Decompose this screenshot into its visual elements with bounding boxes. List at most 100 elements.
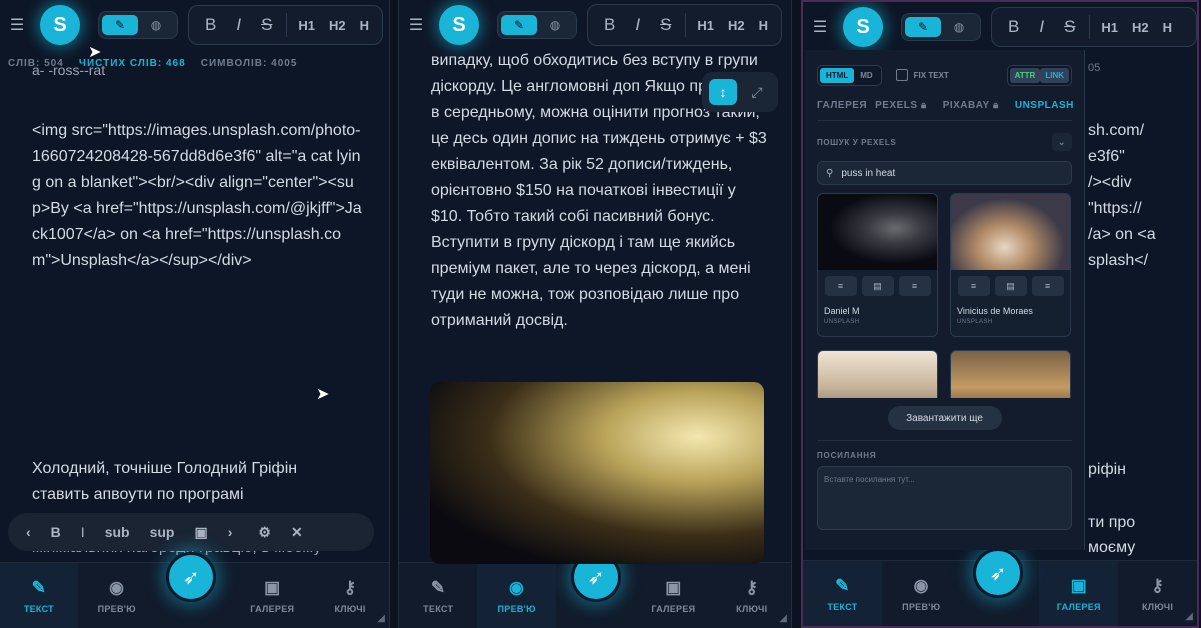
- italic-button[interactable]: I: [625, 15, 650, 35]
- nav-preview[interactable]: ◉ ПРЕВ'Ю: [477, 563, 556, 628]
- nav-preview[interactable]: ◉ ПРЕВ'Ю: [78, 563, 156, 628]
- close-icon[interactable]: ✕: [281, 524, 313, 541]
- app-logo[interactable]: S: [40, 5, 80, 45]
- h2-button[interactable]: H2: [322, 18, 353, 33]
- insert-actions: ≡ ▤ ≡: [818, 270, 937, 296]
- h1-button[interactable]: H1: [1094, 20, 1125, 35]
- result-image[interactable]: [818, 351, 937, 398]
- pencil-icon[interactable]: ✎: [102, 15, 138, 35]
- code-block[interactable]: <img src="https://images.unsplash.com/ph…: [32, 118, 362, 274]
- app-logo[interactable]: S: [843, 7, 883, 47]
- h2-button[interactable]: H2: [721, 18, 752, 33]
- fragment: e3f6": [1088, 148, 1125, 165]
- chevron-left-icon[interactable]: ‹: [16, 524, 41, 540]
- nav-preview[interactable]: ◉ ПРЕВ'Ю: [882, 561, 961, 626]
- align-left-icon[interactable]: ≡: [957, 276, 990, 296]
- align-right-icon[interactable]: ≡: [898, 276, 931, 296]
- attr-option[interactable]: ATTR: [1009, 67, 1041, 83]
- tab-unsplash[interactable]: UNSPLASH: [1015, 100, 1074, 111]
- source-label: UNSPLASH: [824, 319, 860, 325]
- tab-pixabay[interactable]: PIXABAY 🔒︎: [943, 100, 1007, 111]
- document-icon[interactable]: ▤: [861, 276, 894, 296]
- resize-icon[interactable]: ◢: [1185, 611, 1193, 622]
- expand-icon[interactable]: ⤢: [743, 79, 771, 105]
- result-card[interactable]: ≡ ▤ ≡ Vinicius de Moraes UNSPLASH: [950, 193, 1071, 337]
- resize-icon[interactable]: ◢: [377, 613, 385, 624]
- strike-button[interactable]: S: [251, 15, 282, 35]
- bg-text-fragment: моєму: [1088, 539, 1136, 556]
- h2-button[interactable]: H2: [1125, 20, 1156, 35]
- tab-gallery[interactable]: ГАЛЕРЕЯ: [817, 100, 867, 111]
- fragment: "https://: [1088, 200, 1142, 217]
- nav-label: ТЕКСТ: [827, 601, 858, 612]
- strike-button[interactable]: S: [1054, 17, 1085, 37]
- h1-button[interactable]: H1: [291, 18, 322, 33]
- result-image[interactable]: [951, 194, 1070, 270]
- search-header: ПОШУК У PEXELS ⌄: [817, 133, 1072, 151]
- chevron-down-icon[interactable]: ⌄: [1052, 133, 1072, 151]
- app-logo[interactable]: S: [439, 5, 479, 45]
- float-sup-button[interactable]: sup: [140, 524, 185, 540]
- stats-fragment: 05: [1088, 62, 1101, 74]
- h3-button[interactable]: H: [752, 18, 775, 33]
- bg-text-fragment: ти про: [1088, 514, 1136, 531]
- hamburger-icon[interactable]: ☰: [8, 15, 26, 35]
- italic-button[interactable]: I: [226, 15, 251, 35]
- result-card[interactable]: ≡ ▤ ≡ Daniel M UNSPLASH: [817, 193, 938, 337]
- align-left-icon[interactable]: ≡: [824, 276, 857, 296]
- hamburger-icon[interactable]: ☰: [407, 15, 425, 35]
- resize-vertical-icon[interactable]: ↕: [709, 79, 737, 105]
- fix-text-checkbox[interactable]: FIX TEXT: [895, 69, 949, 81]
- nav-gallery[interactable]: ▣ ГАЛЕРЕЯ: [233, 563, 311, 628]
- nav-text[interactable]: ✎ ТЕКСТ: [803, 561, 882, 626]
- globe-icon[interactable]: ◍: [537, 15, 573, 35]
- globe-icon[interactable]: ◍: [138, 15, 174, 35]
- bold-button[interactable]: B: [195, 15, 226, 35]
- image-icon[interactable]: ▣: [184, 524, 217, 541]
- resize-icon[interactable]: ◢: [779, 613, 787, 624]
- links-textarea[interactable]: Вставте посилання тут...: [817, 466, 1072, 530]
- paragraph[interactable]: Холодний, точніше Голодний Гріфін ставит…: [32, 456, 342, 508]
- hamburger-icon[interactable]: ☰: [811, 17, 829, 37]
- bold-button[interactable]: B: [998, 17, 1029, 37]
- result-image[interactable]: [818, 194, 937, 270]
- italic-button[interactable]: I: [1029, 17, 1054, 37]
- pencil-icon[interactable]: ✎: [501, 15, 537, 35]
- md-option[interactable]: MD: [854, 68, 878, 83]
- floating-format-bar: ‹ B I sub sup ▣ › ⚙ ✕: [8, 513, 374, 551]
- top-bar: ☰ S ✎ ◍ B I S H1 H2 H: [0, 0, 389, 50]
- float-bold-button[interactable]: B: [41, 524, 71, 540]
- nav-text[interactable]: ✎ ТЕКСТ: [399, 563, 477, 628]
- strike-button[interactable]: S: [650, 15, 681, 35]
- result-card[interactable]: [950, 350, 1071, 398]
- cat-photo[interactable]: [430, 382, 764, 564]
- nav-text[interactable]: ✎ ТЕКСТ: [0, 563, 78, 628]
- nav-gallery[interactable]: ▣ ГАЛЕРЕЯ: [634, 563, 712, 628]
- document-icon[interactable]: ▤: [994, 276, 1027, 296]
- search-input[interactable]: ⚲ puss in heat: [817, 161, 1072, 185]
- pencil-icon[interactable]: ✎: [905, 17, 941, 37]
- publish-button[interactable]: ➶: [166, 552, 216, 602]
- tab-pexels[interactable]: PEXELS 🔒︎: [875, 100, 935, 111]
- publish-button[interactable]: ➶: [973, 548, 1023, 598]
- html-option[interactable]: HTML: [820, 67, 855, 83]
- load-more-button[interactable]: Завантажити ще: [887, 406, 1002, 430]
- result-card[interactable]: [817, 350, 938, 398]
- image-gallery-popup: HTML MD FIX TEXT ATTR LINK ГАЛЕРЕЯ PEXEL…: [805, 50, 1085, 550]
- align-right-icon[interactable]: ≡: [1031, 276, 1064, 296]
- nav-label: ТЕКСТ: [23, 603, 54, 614]
- tab-label: PIXABAY: [942, 100, 990, 111]
- float-italic-button[interactable]: I: [71, 524, 95, 540]
- h3-button[interactable]: H: [1156, 20, 1179, 35]
- h3-button[interactable]: H: [353, 18, 376, 33]
- result-image[interactable]: [951, 351, 1070, 398]
- chevron-right-icon[interactable]: ›: [218, 524, 243, 540]
- settings-icon[interactable]: ⚙: [248, 524, 281, 541]
- link-option[interactable]: LINK: [1040, 67, 1069, 83]
- nav-gallery[interactable]: ▣ ГАЛЕРЕЯ: [1039, 561, 1119, 626]
- h1-button[interactable]: H1: [690, 18, 721, 33]
- bold-button[interactable]: B: [594, 15, 625, 35]
- nav-label: КЛЮЧІ: [334, 603, 366, 614]
- float-sub-button[interactable]: sub: [95, 524, 140, 540]
- globe-icon[interactable]: ◍: [941, 17, 977, 37]
